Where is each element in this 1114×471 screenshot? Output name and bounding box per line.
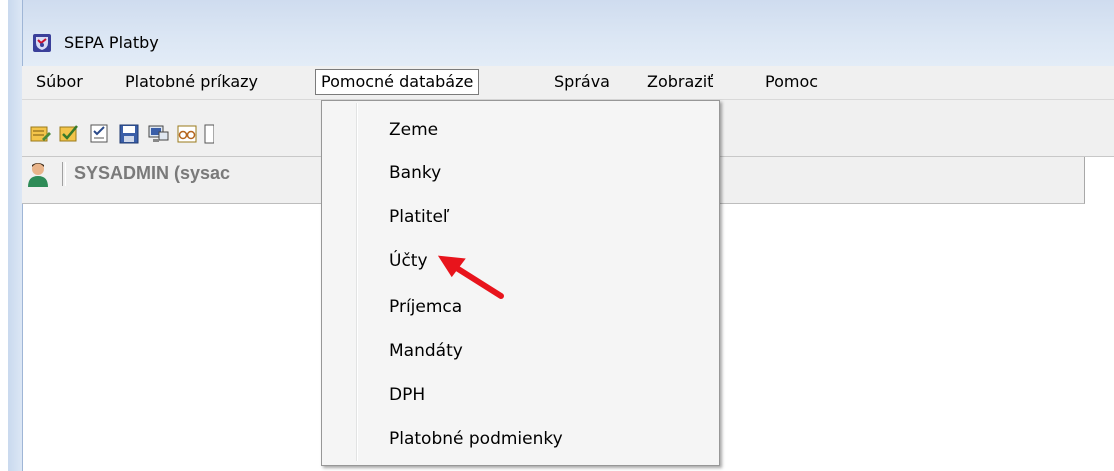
red-pointer-arrow-icon <box>437 255 504 299</box>
current-user-label: SYSADMIN (sysac <box>74 163 231 183</box>
menu-bar: Súbor Platobné príkazy Pomocné databáze … <box>22 66 1114 100</box>
window-frame-left <box>8 0 23 471</box>
save-icon[interactable] <box>118 123 140 145</box>
status-separator <box>62 162 66 186</box>
app-window: SEPA Platby Súbor Platobné príkazy Pomoc… <box>8 0 1114 471</box>
menu-item-dph[interactable]: DPH <box>389 382 425 408</box>
window-title: SEPA Platby <box>64 33 159 52</box>
monitor-icon[interactable] <box>147 123 169 145</box>
menu-item-platobne-podmienky[interactable]: Platobné podmienky <box>389 426 563 452</box>
checklist-icon[interactable] <box>89 123 111 145</box>
title-bar: SEPA Platby <box>8 0 1114 66</box>
pomocne-databaze-dropdown: Zeme Banky Platiteľ Účty Príjemca Mandát… <box>321 100 720 466</box>
list-edit-icon[interactable] <box>30 123 52 145</box>
menu-item-ucty[interactable]: Účty <box>389 248 428 274</box>
app-shield-icon <box>33 34 51 52</box>
menu-sprava[interactable]: Správa <box>549 70 615 94</box>
menu-item-zeme[interactable]: Zeme <box>389 117 438 143</box>
menu-item-mandaty[interactable]: Mandáty <box>389 338 463 364</box>
menu-pomoc[interactable]: Pomoc <box>760 70 823 94</box>
menu-platobne-prikazy[interactable]: Platobné príkazy <box>120 70 263 94</box>
glasses-icon[interactable] <box>176 123 198 145</box>
menu-item-platitel[interactable]: Platiteľ <box>389 204 449 230</box>
menu-icon-gutter <box>356 103 358 461</box>
menu-item-banky[interactable]: Banky <box>389 160 441 186</box>
user-avatar-icon <box>28 163 48 187</box>
document-icon[interactable] <box>204 123 214 145</box>
menu-pomocne-databaze[interactable]: Pomocné databáze <box>315 69 480 95</box>
menu-zobrazit[interactable]: Zobraziť <box>642 70 718 94</box>
list-check-icon[interactable] <box>59 123 81 145</box>
menu-subor[interactable]: Súbor <box>31 70 88 94</box>
